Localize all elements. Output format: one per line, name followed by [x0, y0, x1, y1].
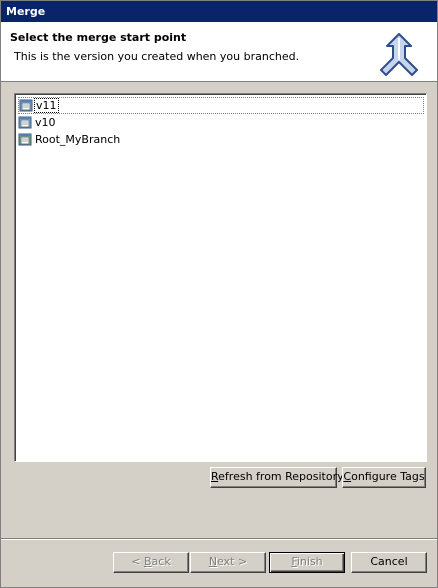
banner-description: This is the version you created when you…	[14, 50, 300, 63]
tag-list-item-label: Root_MyBranch	[35, 133, 121, 146]
footer-separator	[1, 538, 437, 540]
wizard-banner: Select the merge start point This is the…	[1, 22, 437, 82]
dialog-title: Merge	[1, 1, 437, 22]
cancel-button[interactable]: Cancel	[351, 552, 427, 573]
tag-list-item-label: v10	[35, 116, 56, 129]
tag-list-item[interactable]: v11	[18, 97, 424, 114]
finish-button[interactable]: Finish	[269, 552, 345, 573]
version-tag-icon	[18, 115, 33, 130]
next-button[interactable]: Next >	[190, 552, 266, 573]
configure-tags-button[interactable]: Configure Tags	[342, 467, 426, 488]
tag-list-item[interactable]: v10	[18, 114, 424, 131]
merge-arrows-icon	[380, 33, 418, 76]
tag-list-item-label: v11	[34, 98, 59, 113]
banner-title: Select the merge start point	[10, 31, 187, 44]
refresh-from-repository-button[interactable]: Refresh from Repository	[210, 467, 344, 488]
version-tag-icon	[19, 98, 34, 113]
tag-list-item[interactable]: Root_MyBranch	[18, 131, 424, 148]
tag-list[interactable]: v11 v10 Root_MyBranch	[14, 93, 427, 462]
back-button[interactable]: < Back	[113, 552, 189, 573]
merge-dialog: Merge Select the merge start point This …	[0, 0, 438, 588]
branch-tag-icon	[18, 132, 33, 147]
